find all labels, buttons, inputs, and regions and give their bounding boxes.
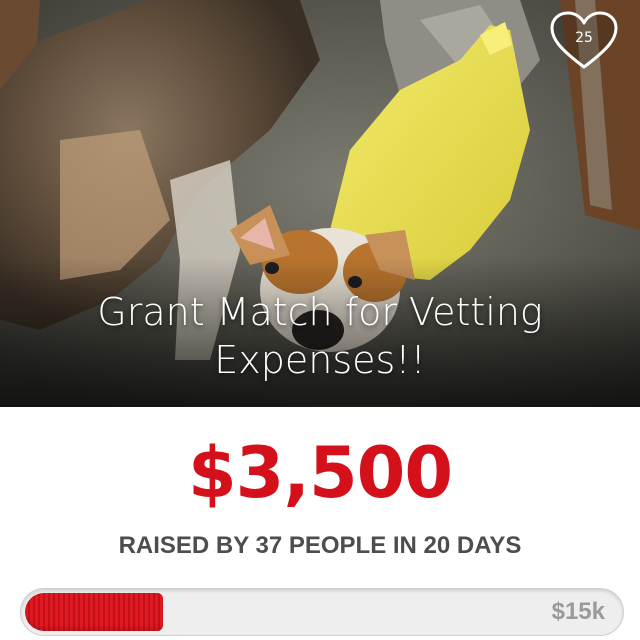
like-count: 25 xyxy=(575,30,593,46)
goal-amount: $15k xyxy=(551,598,605,625)
like-button[interactable]: 25 xyxy=(550,11,618,71)
progress-bar: $15k xyxy=(20,588,624,636)
amount-raised: $3,500 xyxy=(187,432,453,514)
raised-summary: RAISED BY 37 PEOPLE IN 20 DAYS xyxy=(118,532,522,559)
campaign-photo[interactable]: Grant Match for Vetting Expenses!! 25 xyxy=(0,0,640,407)
campaign-title: Grant Match for Vetting Expenses!! xyxy=(97,290,543,382)
progress-fill xyxy=(25,593,163,631)
